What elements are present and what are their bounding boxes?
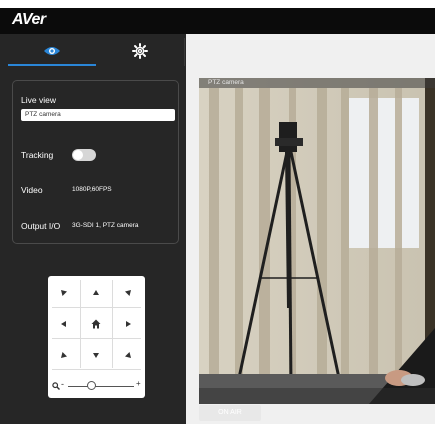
pan-left-button[interactable]	[48, 311, 80, 337]
pan-down-right-button[interactable]	[112, 342, 144, 368]
video-value: 1080P,60FPS	[72, 186, 112, 193]
aver-logo: AVer	[12, 11, 46, 28]
pan-up-right-button[interactable]	[112, 280, 144, 306]
pan-right-button[interactable]	[112, 311, 144, 337]
zoom-in-button[interactable]: +	[136, 379, 141, 388]
tracking-label: Tracking	[21, 150, 54, 160]
output-label: Output I/O	[21, 221, 61, 231]
top-bar: AVer	[0, 8, 435, 34]
arrow-down-left-icon	[61, 352, 67, 358]
camera-feed-image	[199, 78, 435, 404]
arrow-down-icon	[93, 353, 99, 358]
on-air-button[interactable]: ON AIR	[199, 405, 261, 421]
pan-up-left-button[interactable]	[48, 280, 80, 306]
camera-info-panel: Live view PTZ camera Tracking Video 1080…	[12, 80, 179, 244]
gear-icon	[132, 43, 148, 59]
tab-bar	[8, 38, 185, 66]
camera-select[interactable]: PTZ camera	[21, 109, 175, 121]
tab-live-view[interactable]	[8, 38, 96, 66]
ptz-grid-line	[52, 338, 141, 339]
pan-down-left-button[interactable]	[48, 342, 80, 368]
arrow-up-right-icon	[125, 290, 131, 296]
arrow-up-icon	[93, 290, 99, 295]
live-view-label: Live view	[21, 95, 56, 105]
ptz-control-panel: - +	[48, 276, 145, 398]
zoom-icon	[52, 382, 60, 390]
ptz-grid-line	[52, 369, 141, 370]
ptz-grid-line	[52, 307, 141, 308]
video-preview: PTZ camera	[199, 78, 435, 404]
eye-icon	[44, 47, 60, 55]
toggle-knob	[73, 150, 83, 160]
home-icon	[91, 319, 101, 329]
video-title-bar: PTZ camera	[199, 78, 435, 88]
arrow-down-right-icon	[125, 352, 131, 358]
tab-settings[interactable]	[96, 38, 184, 64]
sidebar: Live view PTZ camera Tracking Video 1080…	[0, 34, 186, 424]
tilt-down-button[interactable]	[80, 342, 112, 368]
zoom-slider-track[interactable]	[68, 386, 134, 387]
arrow-left-icon	[61, 321, 66, 327]
zoom-control: - +	[52, 379, 142, 392]
home-button[interactable]	[80, 311, 112, 337]
tab-divider	[184, 38, 185, 66]
tilt-up-button[interactable]	[80, 280, 112, 306]
arrow-right-icon	[126, 321, 131, 327]
arrow-up-left-icon	[61, 290, 67, 296]
main-content: PTZ camera ON AIR	[186, 34, 435, 424]
video-label: Video	[21, 185, 43, 195]
zoom-out-button[interactable]: -	[61, 379, 64, 389]
zoom-slider-handle[interactable]	[86, 381, 96, 390]
tracking-toggle[interactable]	[72, 149, 96, 161]
output-value: 3G-SDI 1, PTZ camera	[72, 222, 139, 229]
